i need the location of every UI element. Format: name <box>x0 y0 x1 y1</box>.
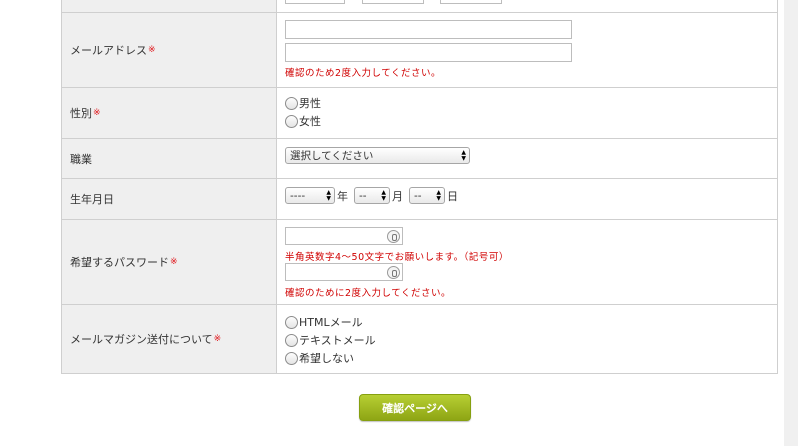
password-row: 希望するパスワード ※ 半角英数字4～50文字でお願いします。（記号可） 確認のた… <box>62 220 777 305</box>
occupation-select-value: 選択してください <box>290 150 374 162</box>
month-suffix: 月 <box>392 189 403 203</box>
previous-input-1[interactable] <box>285 0 345 4</box>
occupation-row: 職業 選択してください ▲ ▼ <box>62 139 777 179</box>
required-mark: ※ <box>170 257 178 267</box>
month-select[interactable]: -- ▲ ▼ <box>354 187 390 204</box>
previous-input-2[interactable] <box>362 0 424 4</box>
year-suffix: 年 <box>337 189 348 203</box>
password-confirm-input[interactable] <box>285 263 403 281</box>
occupation-field: 選択してください ▲ ▼ <box>277 139 777 178</box>
required-mark: ※ <box>93 108 101 118</box>
gender-field: 男性 女性 <box>277 88 777 138</box>
previous-row-field <box>277 0 777 12</box>
occupation-label: 職業 <box>62 139 277 178</box>
newsletter-label: メールマガジン送付について ※ <box>62 305 277 373</box>
day-select-value: -- <box>414 189 422 202</box>
gender-option-label: 女性 <box>299 115 321 128</box>
registration-form: メールアドレス※ 確認のため2度入力してください。 性別※ 男性 女性 職業 <box>61 0 778 374</box>
newsletter-option-label: 希望しない <box>299 352 354 365</box>
birthday-label: 生年月日 <box>62 179 277 219</box>
gender-option-female[interactable]: 女性 <box>285 112 777 130</box>
email-note: 確認のため2度入力してください。 <box>285 68 441 79</box>
radio-button[interactable] <box>285 96 298 110</box>
radio-button[interactable] <box>285 114 298 128</box>
select-arrows-icon: ▲ ▼ <box>436 189 441 202</box>
birthday-label-text: 生年月日 <box>70 193 114 206</box>
required-mark: ※ <box>213 334 222 344</box>
select-arrows-icon: ▲ ▼ <box>461 149 466 162</box>
newsletter-row: メールマガジン送付について ※ HTMLメール テキストメール 希望しない <box>62 305 777 374</box>
gender-label: 性別 ※ <box>62 88 277 138</box>
birthday-field: ---- ▲ ▼ 年 -- ▲ ▼ 月 -- ▲ ▼ 日 <box>277 179 777 219</box>
password-field: 半角英数字4～50文字でお願いします。（記号可） 確認のために2度入力してくださ… <box>277 220 777 304</box>
password-key-icon[interactable] <box>387 266 400 279</box>
newsletter-option-html[interactable]: HTMLメール <box>285 313 777 331</box>
email-label: メールアドレス ※ <box>62 13 277 87</box>
day-suffix: 日 <box>447 189 458 203</box>
password-key-icon[interactable] <box>387 230 400 243</box>
newsletter-option-label: テキストメール <box>299 334 376 347</box>
gender-option-label: 男性 <box>299 97 321 110</box>
previous-row <box>62 0 777 13</box>
day-select[interactable]: -- ▲ ▼ <box>409 187 445 204</box>
birthday-row: 生年月日 ---- ▲ ▼ 年 -- ▲ ▼ 月 -- ▲ ▼ 日 <box>62 179 777 220</box>
newsletter-option-text[interactable]: テキストメール <box>285 331 777 349</box>
radio-button[interactable] <box>285 333 298 347</box>
newsletter-option-none[interactable]: 希望しない <box>285 349 777 367</box>
required-mark: ※ <box>148 45 156 55</box>
email-input[interactable] <box>285 20 572 39</box>
scrollbar[interactable] <box>784 0 798 446</box>
radio-button[interactable] <box>285 351 298 365</box>
email-row: メールアドレス ※ 確認のため2度入力してください。 <box>62 13 777 88</box>
gender-option-male[interactable]: 男性 <box>285 94 777 112</box>
email-confirm-input[interactable] <box>285 43 572 62</box>
password-confirm-note: 確認のために2度入力してください。 <box>285 288 451 299</box>
select-arrows-icon: ▲ ▼ <box>381 189 386 202</box>
email-field: 確認のため2度入力してください。 <box>277 13 777 87</box>
previous-input-3[interactable] <box>440 0 502 4</box>
select-arrows-icon: ▲ ▼ <box>326 189 331 202</box>
gender-row: 性別 ※ 男性 女性 <box>62 88 777 139</box>
password-note: 半角英数字4～50文字でお願いします。（記号可） <box>285 252 509 263</box>
newsletter-label-text: メールマガジン送付について <box>70 333 213 346</box>
gender-label-text: 性別 <box>70 107 92 120</box>
occupation-select[interactable]: 選択してください ▲ ▼ <box>285 147 470 164</box>
radio-button[interactable] <box>285 315 298 329</box>
previous-row-label <box>62 0 277 12</box>
year-select[interactable]: ---- ▲ ▼ <box>285 187 335 204</box>
newsletter-option-label: HTMLメール <box>299 316 363 329</box>
password-label-text: 希望するパスワード <box>70 256 169 269</box>
newsletter-field: HTMLメール テキストメール 希望しない <box>277 305 777 373</box>
password-input[interactable] <box>285 227 403 245</box>
year-select-value: ---- <box>290 189 306 202</box>
email-label-text: メールアドレス <box>70 44 147 57</box>
password-label: 希望するパスワード ※ <box>62 220 277 304</box>
month-select-value: -- <box>359 189 367 202</box>
confirm-page-button[interactable]: 確認ページへ <box>359 394 471 421</box>
occupation-label-text: 職業 <box>70 152 92 166</box>
